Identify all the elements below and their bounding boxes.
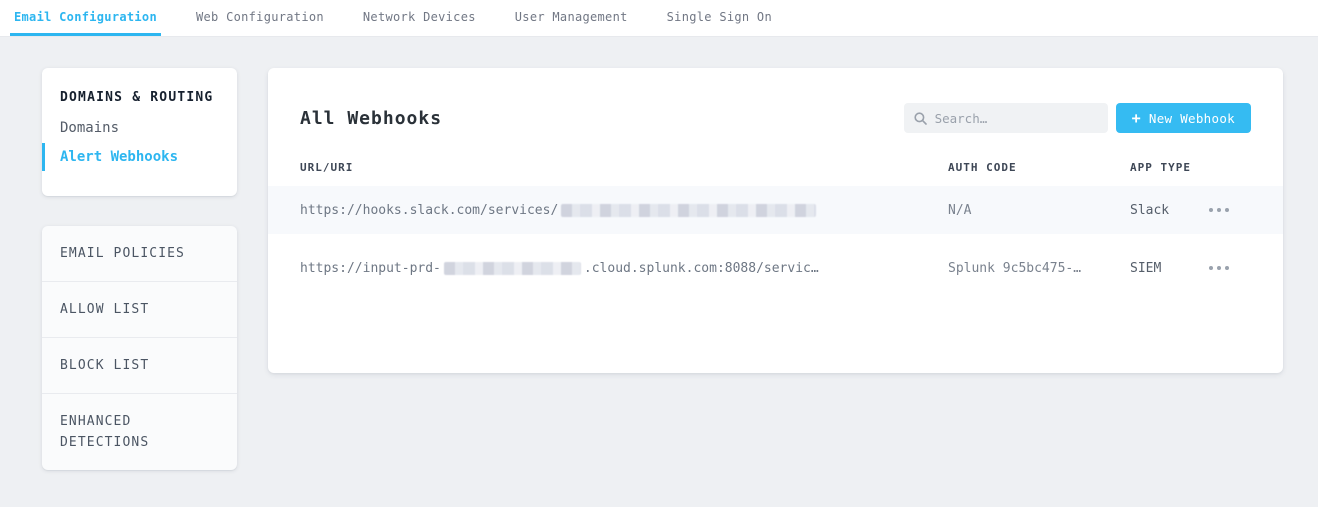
redacted-url-segment [561, 204, 816, 217]
auth-code-cell: Splunk 9c5bc475-… [948, 261, 1130, 276]
table-row: https://input-prd- .cloud.splunk.com:8088… [268, 244, 1283, 292]
row-actions-menu-button[interactable] [1207, 202, 1231, 218]
page-title: All Webhooks [300, 108, 442, 129]
ellipsis-icon [1217, 208, 1221, 212]
webhooks-panel: All Webhooks + New Webhook URL/URI AUTH … [268, 68, 1283, 373]
app-type-cell: Slack [1130, 203, 1207, 218]
url-text: .cloud.splunk.com:8088/servic… [584, 261, 819, 276]
ellipsis-icon [1225, 208, 1229, 212]
tab-network-devices[interactable]: Network Devices [359, 0, 480, 36]
new-webhook-label: New Webhook [1149, 111, 1235, 126]
sidebar-section-allow-list[interactable]: ALLOW LIST [42, 281, 237, 337]
sidebar-section-email-policies[interactable]: EMAIL POLICIES [42, 226, 237, 281]
row-actions-menu-button[interactable] [1207, 260, 1231, 276]
search-icon [914, 112, 927, 125]
panel-header: All Webhooks + New Webhook [268, 68, 1283, 138]
top-nav: Email Configuration Web Configuration Netw… [0, 0, 1318, 37]
search-input[interactable] [935, 111, 1098, 126]
sidebar-section-header: DOMAINS & ROUTING [60, 90, 219, 105]
tab-email-configuration[interactable]: Email Configuration [10, 0, 161, 36]
sidebar-sections-card: EMAIL POLICIESALLOW LISTBLOCK LISTENHANC… [42, 226, 237, 470]
sidebar-item-alert-webhooks[interactable]: Alert Webhooks [60, 149, 219, 165]
table-body: https://hooks.slack.com/services/N/ASlac… [268, 186, 1283, 292]
column-header-url: URL/URI [300, 161, 948, 174]
auth-code-cell: N/A [948, 203, 1130, 218]
sidebar-item-domains[interactable]: Domains [60, 120, 219, 136]
tab-web-configuration[interactable]: Web Configuration [192, 0, 328, 36]
ellipsis-icon [1217, 266, 1221, 270]
ellipsis-icon [1225, 266, 1229, 270]
redacted-url-segment [444, 262, 581, 275]
tab-single-sign-on[interactable]: Single Sign On [663, 0, 776, 36]
table-header-row: URL/URI AUTH CODE APP TYPE [268, 148, 1283, 186]
table-row: https://hooks.slack.com/services/N/ASlac… [268, 186, 1283, 234]
plus-icon: + [1132, 111, 1141, 126]
new-webhook-button[interactable]: + New Webhook [1116, 103, 1251, 133]
column-header-app: APP TYPE [1130, 161, 1207, 174]
webhook-url-cell: https://input-prd- .cloud.splunk.com:8088… [300, 261, 948, 276]
app-type-cell: SIEM [1130, 261, 1207, 276]
ellipsis-icon [1209, 266, 1213, 270]
url-text: https://input-prd- [300, 261, 441, 276]
url-text: https://hooks.slack.com/services/ [300, 203, 558, 218]
tab-user-management[interactable]: User Management [511, 0, 632, 36]
column-header-auth: AUTH CODE [948, 161, 1130, 174]
sidebar-section-block-list[interactable]: BLOCK LIST [42, 337, 237, 393]
search-box[interactable] [904, 103, 1108, 133]
webhook-url-cell: https://hooks.slack.com/services/ [300, 203, 948, 218]
ellipsis-icon [1209, 208, 1213, 212]
sidebar-domains-routing-card: DOMAINS & ROUTING Domains Alert Webhooks [42, 68, 237, 196]
sidebar-section-enhanced-detections[interactable]: ENHANCED DETECTIONS [42, 393, 237, 470]
